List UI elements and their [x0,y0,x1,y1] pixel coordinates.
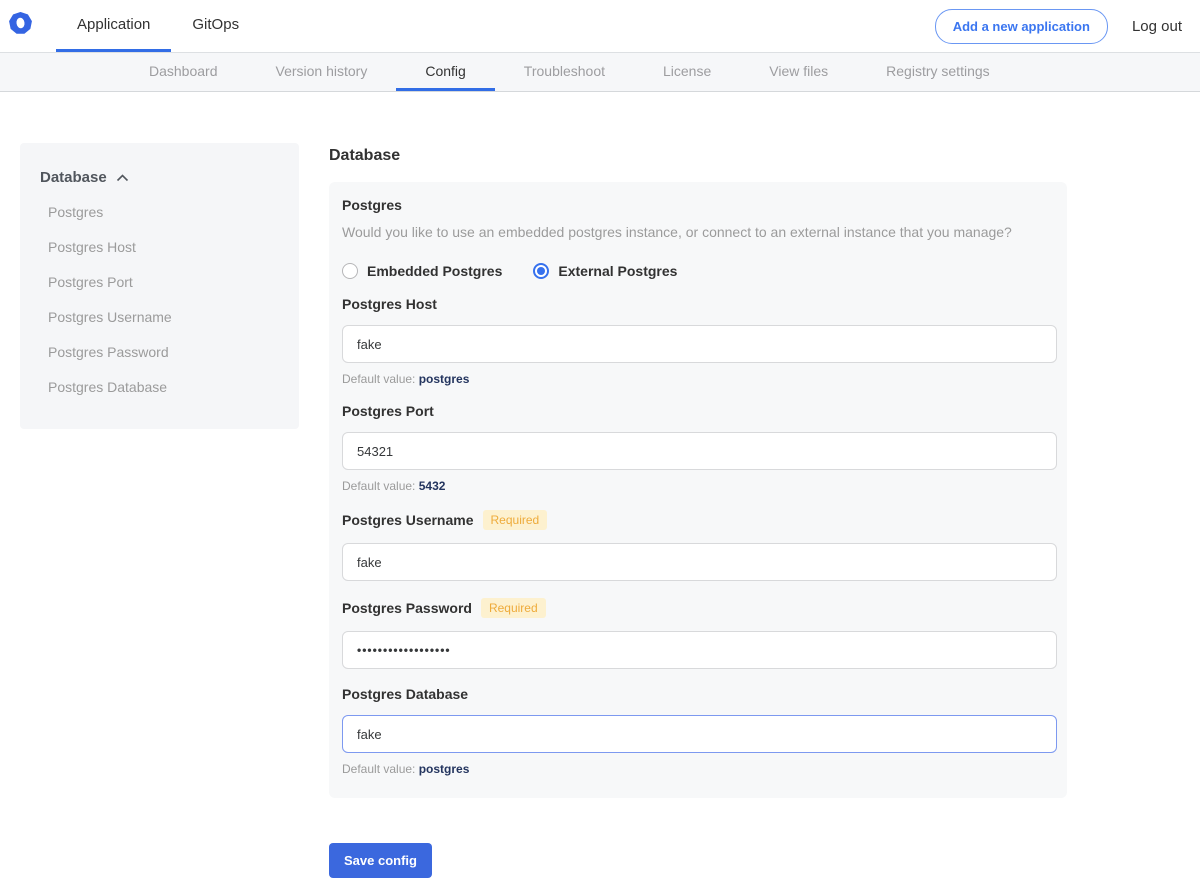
postgres-radio-group: Embedded Postgres External Postgres [342,263,1056,279]
postgres-database-input[interactable] [342,715,1057,753]
tab-gitops-label: GitOps [192,16,239,33]
field-postgres-host-label: Postgres Host [342,296,437,312]
config-sidebar: Database Postgres Postgres Host Postgres… [20,143,299,429]
sidebar-item-list: Postgres Postgres Host Postgres Port Pos… [40,195,283,405]
subnav-registry-settings[interactable]: Registry settings [857,53,1018,91]
app-nut-logo-icon [9,12,32,40]
radio-embedded-postgres[interactable]: Embedded Postgres [342,263,502,279]
add-new-application-button[interactable]: Add a new application [935,9,1108,44]
radio-external-postgres[interactable]: External Postgres [533,263,677,279]
default-prefix: Default value: [342,479,419,493]
field-postgres-database: Postgres Database Default value: postgre… [342,686,1056,776]
default-prefix: Default value: [342,372,419,386]
sidebar-item-postgres-password[interactable]: Postgres Password [48,335,283,370]
postgres-help-text: Would you like to use an embedded postgr… [342,224,1056,240]
subnav-config[interactable]: Config [396,53,494,91]
postgres-password-input[interactable] [342,631,1057,669]
save-config-button[interactable]: Save config [329,843,432,878]
postgres-host-input[interactable] [342,325,1057,363]
tab-application-label: Application [77,16,150,33]
field-postgres-port: Postgres Port Default value: 5432 [342,403,1056,493]
subnav-license[interactable]: License [634,53,740,91]
radio-unchecked-icon [342,263,358,279]
subnav-troubleshoot[interactable]: Troubleshoot [495,53,634,91]
sidebar-group-label: Database [40,169,107,186]
chevron-up-icon [116,169,129,186]
sidebar-item-postgres-username[interactable]: Postgres Username [48,300,283,335]
config-main: Database Postgres Would you like to use … [329,143,1067,878]
tab-gitops[interactable]: GitOps [171,0,260,52]
field-postgres-port-label: Postgres Port [342,403,434,419]
default-value: 5432 [419,479,446,493]
tab-application[interactable]: Application [56,0,171,52]
logout-link[interactable]: Log out [1132,18,1182,35]
database-config-card: Postgres Would you like to use an embedd… [329,182,1067,798]
subnav-dashboard[interactable]: Dashboard [120,53,247,91]
radio-embedded-postgres-label: Embedded Postgres [367,263,502,279]
postgres-port-input[interactable] [342,432,1057,470]
required-badge: Required [481,598,546,618]
field-postgres-database-label: Postgres Database [342,686,468,702]
postgres-group-label: Postgres [342,197,1056,213]
postgres-database-default-hint: Default value: postgres [342,762,1056,776]
radio-checked-icon [533,263,549,279]
app-subnav: Dashboard Version history Config Trouble… [0,52,1200,92]
subnav-view-files[interactable]: View files [740,53,857,91]
field-postgres-password: Postgres Password Required [342,598,1056,669]
field-postgres-username-label: Postgres Username [342,512,474,528]
primary-tabs: Application GitOps [56,0,260,52]
top-bar-right: Add a new application Log out [935,0,1200,52]
sidebar-item-postgres-database[interactable]: Postgres Database [48,370,283,405]
app-logo[interactable] [0,0,32,52]
required-badge: Required [483,510,548,530]
sidebar-item-postgres-port[interactable]: Postgres Port [48,265,283,300]
postgres-host-default-hint: Default value: postgres [342,372,1056,386]
default-prefix: Default value: [342,762,419,776]
field-postgres-host: Postgres Host Default value: postgres [342,296,1056,386]
config-content: Database Postgres Postgres Host Postgres… [0,92,1200,878]
sidebar-item-postgres-host[interactable]: Postgres Host [48,230,283,265]
top-bar: Application GitOps Add a new application… [0,0,1200,52]
postgres-username-input[interactable] [342,543,1057,581]
field-postgres-username: Postgres Username Required [342,510,1056,581]
subnav-version-history[interactable]: Version history [247,53,397,91]
postgres-group: Postgres Would you like to use an embedd… [342,197,1056,279]
page-title: Database [329,147,1067,165]
default-value: postgres [419,372,470,386]
postgres-port-default-hint: Default value: 5432 [342,479,1056,493]
field-postgres-password-label: Postgres Password [342,600,472,616]
sidebar-item-postgres[interactable]: Postgres [48,195,283,230]
sidebar-group-database[interactable]: Database [40,169,283,186]
default-value: postgres [419,762,470,776]
radio-external-postgres-label: External Postgres [558,263,677,279]
